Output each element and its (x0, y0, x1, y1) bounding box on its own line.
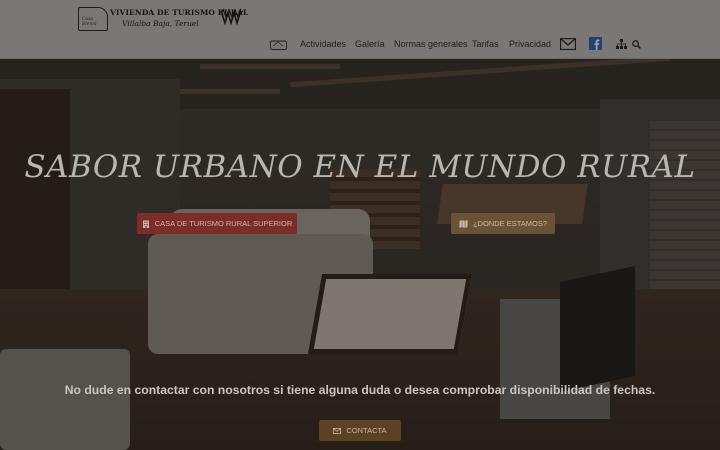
site-logo[interactable]: Casa Elenni VIVIENDA DE TURISMO RURAL Vi… (78, 7, 248, 31)
hero-message: No dude en contactar con nosotros si tie… (64, 383, 656, 397)
nav-item-normas-generales[interactable]: Normas generales (394, 39, 468, 49)
sitemap-icon[interactable] (616, 39, 627, 49)
logo-subtitle: Villalba Baja, Teruel (122, 19, 199, 28)
building-icon (142, 220, 149, 228)
map-icon (459, 219, 468, 228)
contacta-button-label: CONTACTA (346, 426, 387, 435)
facebook-icon[interactable] (589, 37, 602, 50)
logo-house-text: Casa Elenni (82, 17, 97, 27)
donde-estamos-button-label: ¿DONDE ESTAMOS? (472, 219, 548, 228)
casa-turismo-rural-button-label: CASA DE TURISMO RURAL SUPERIOR (154, 219, 293, 228)
nav-item-actividades[interactable]: Actividades (300, 39, 346, 49)
site-header: Casa Elenni VIVIENDA DE TURISMO RURAL Vi… (0, 0, 720, 59)
home-logo-icon[interactable] (270, 39, 287, 50)
nav-item-galeria[interactable]: Galería (355, 39, 385, 49)
house-logo-icon: Casa Elenni (78, 7, 108, 31)
mail-icon[interactable] (560, 38, 576, 50)
nav-item-privacidad[interactable]: Privacidad (509, 39, 551, 49)
search-icon[interactable] (632, 40, 641, 49)
donde-estamos-button[interactable]: ¿DONDE ESTAMOS? (451, 213, 555, 234)
nav-item-tarifas[interactable]: Tarifas (472, 39, 499, 49)
contacta-button[interactable]: CONTACTA (319, 420, 401, 441)
envelope-icon (333, 427, 342, 434)
hero-section: SABOR URBANO EN EL MUNDO RURAL CASA DE T… (0, 59, 720, 450)
casa-turismo-rural-button[interactable]: CASA DE TURISMO RURAL SUPERIOR (137, 213, 297, 234)
logo-mark-icon (220, 8, 244, 26)
hero-title: SABOR URBANO EN EL MUNDO RURAL (24, 149, 696, 185)
